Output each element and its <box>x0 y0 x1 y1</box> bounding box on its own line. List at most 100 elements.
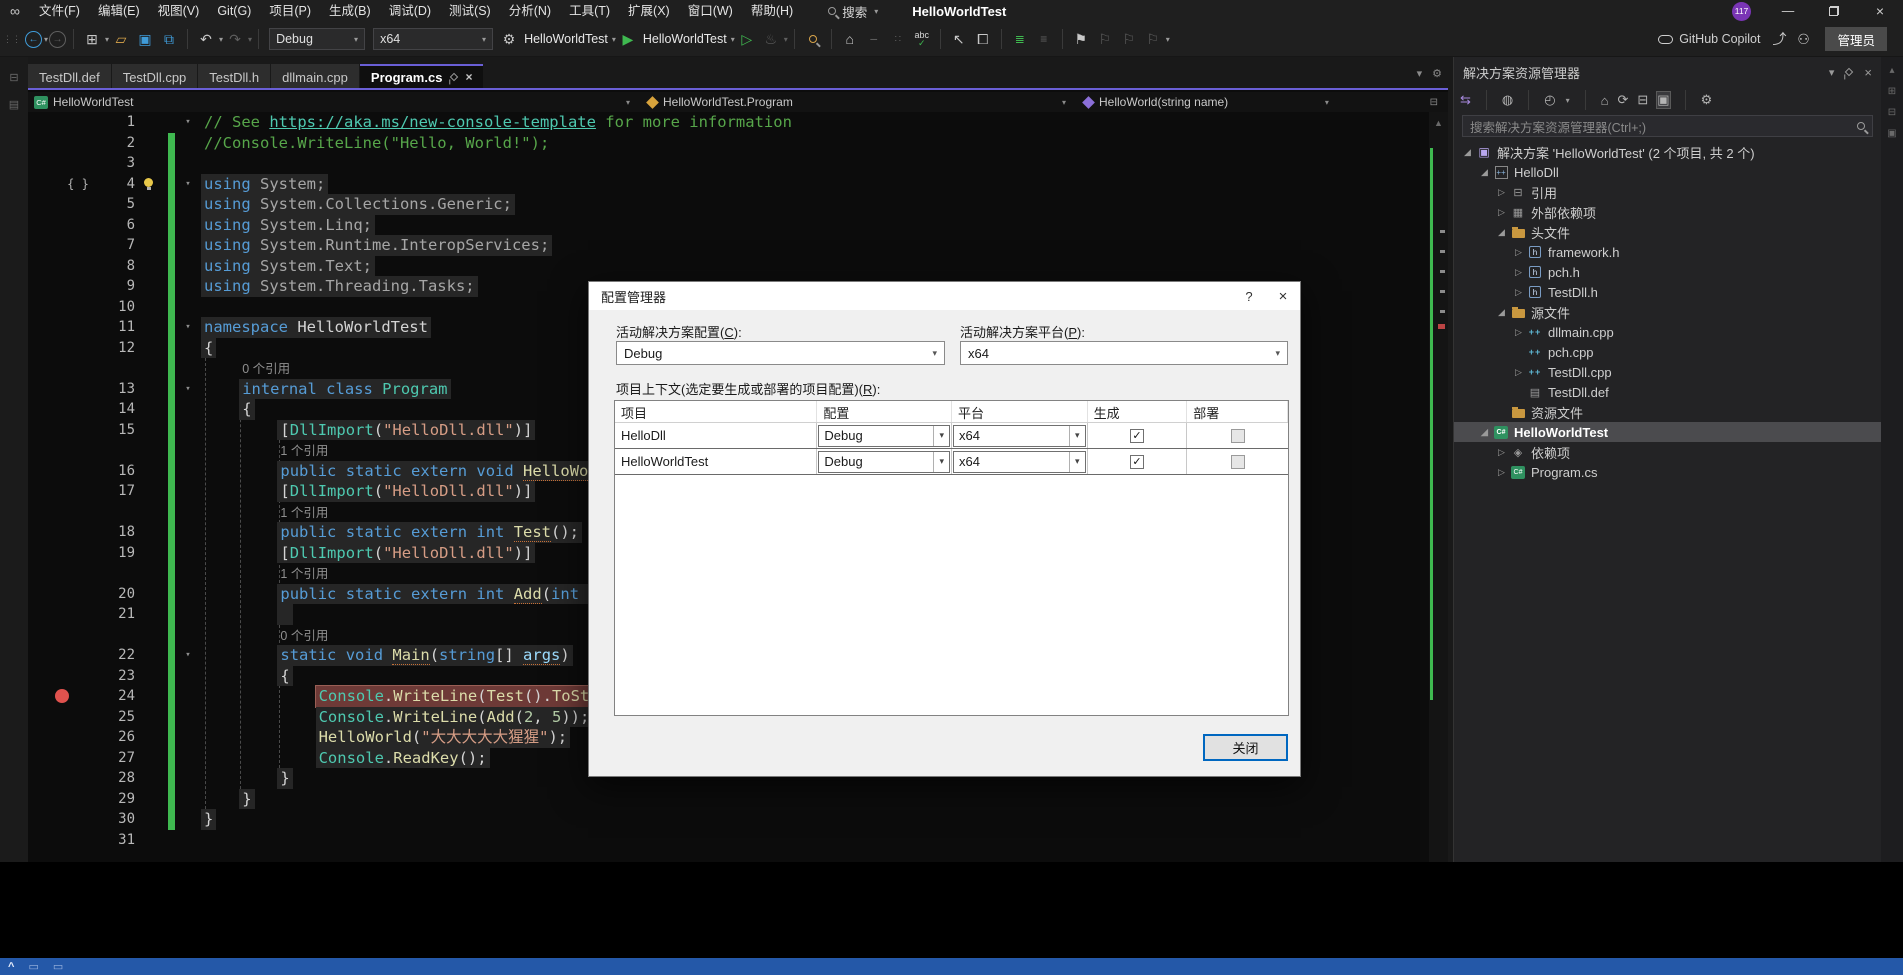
active-config-combobox[interactable]: Debug▾ <box>616 341 945 365</box>
expander-icon[interactable]: ◢ <box>1494 227 1509 238</box>
spellcheck-icon[interactable]: abc✓ <box>911 27 933 51</box>
chevron-down-icon[interactable]: ▾ <box>1566 96 1570 105</box>
breakpoint-margin[interactable] <box>28 276 58 297</box>
back-dropdown-icon[interactable]: ▾ <box>44 35 48 44</box>
breakpoint-margin[interactable] <box>28 625 58 646</box>
save-all-icon[interactable]: ⧉ <box>158 27 180 51</box>
breakpoint-margin[interactable] <box>28 481 58 502</box>
startup-project-label[interactable]: HelloWorldTest <box>524 32 608 46</box>
breakpoint-margin[interactable] <box>28 727 58 748</box>
share-icon[interactable]: ⤴ <box>1768 27 1790 51</box>
window-menu-icon[interactable]: ▾ <box>1829 66 1835 79</box>
fold-chevron[interactable]: ▾ <box>175 174 201 195</box>
close-icon[interactable]: × <box>1864 65 1872 80</box>
close-button[interactable]: × <box>1857 0 1903 22</box>
strip-icon-1[interactable]: ⊞ <box>1888 86 1896 97</box>
undo-dropdown-icon[interactable]: ▾ <box>219 35 223 44</box>
lightbulb-icon[interactable] <box>144 178 153 187</box>
solution-config-combobox[interactable]: Debug ▾ <box>269 28 365 50</box>
breakpoint-margin[interactable] <box>28 543 58 564</box>
feedback-icon[interactable]: ⚇ <box>1792 27 1814 51</box>
breakpoint-margin[interactable] <box>28 440 58 461</box>
home-icon[interactable]: ◍ <box>1502 92 1513 108</box>
breakpoint-margin[interactable] <box>28 707 58 728</box>
tab-options-gear-icon[interactable]: ⚙ <box>1432 67 1442 80</box>
tree-item-testdll.h[interactable]: ▷hTestDll.h <box>1454 282 1881 302</box>
menu-item-s[interactable]: 测试(S) <box>440 0 500 22</box>
tree-item-dllmain.cpp[interactable]: ▷++dllmain.cpp <box>1454 322 1881 342</box>
codelens-references[interactable]: 0 个引用 <box>280 629 328 643</box>
tab-testdll.cpp[interactable]: TestDll.cpp <box>112 64 198 88</box>
prev-bookmark-icon[interactable]: ⚐ <box>1094 27 1116 51</box>
expander-icon[interactable]: ▷ <box>1511 247 1526 258</box>
menu-item-h[interactable]: 帮助(H) <box>742 0 802 22</box>
breakpoint-margin[interactable] <box>28 235 58 256</box>
menu-item-w[interactable]: 窗口(W) <box>679 0 742 22</box>
save-icon[interactable]: ▣ <box>134 27 156 51</box>
tree-item-资源文件[interactable]: 资源文件 <box>1454 402 1881 422</box>
solution-window-icon[interactable]: ⌂ <box>839 27 861 51</box>
menu-item-e[interactable]: 编辑(E) <box>89 0 149 22</box>
start-debugging-icon[interactable]: ▶ <box>617 27 639 51</box>
pointer-mode-icon[interactable]: ↖ <box>948 27 970 51</box>
tab-testdll.h[interactable]: TestDll.h <box>198 64 270 88</box>
fold-chevron[interactable]: ▾ <box>175 112 201 133</box>
tree-item-解决方案helloworldtest2个项目共2个[interactable]: ◢▣解决方案 'HelloWorldTest' (2 个项目, 共 2 个) <box>1454 142 1881 162</box>
breakpoint-margin[interactable] <box>28 522 58 543</box>
code-text[interactable]: using System.Linq; <box>201 215 1448 236</box>
pending-changes-filter-icon[interactable]: ◴ <box>1544 92 1555 108</box>
menu-item-b[interactable]: 生成(B) <box>320 0 380 22</box>
startup-project-dropdown-icon[interactable]: ▾ <box>612 35 616 44</box>
close-dialog-button[interactable]: 关闭 <box>1203 734 1288 761</box>
config-combobox[interactable]: Debug▾ <box>818 425 950 447</box>
find-in-files-icon[interactable] <box>802 27 824 51</box>
pin-icon[interactable] <box>1845 68 1853 76</box>
breakpoint-margin[interactable] <box>28 645 58 666</box>
breakpoint-margin[interactable] <box>28 133 58 154</box>
undo-icon[interactable]: ↶ <box>195 27 217 51</box>
sync-with-active-document-icon[interactable]: ⇆ <box>1460 92 1471 108</box>
expander-icon[interactable]: ▷ <box>1511 267 1526 278</box>
breakpoint-margin[interactable] <box>28 768 58 789</box>
tree-item-头文件[interactable]: ◢头文件 <box>1454 222 1881 242</box>
dialog-close-button[interactable]: × <box>1266 282 1300 310</box>
minimize-button[interactable]: — <box>1765 0 1811 22</box>
status-window-icon-1[interactable]: ▭ <box>28 960 38 973</box>
tree-item-pch.cpp[interactable]: ++pch.cpp <box>1454 342 1881 362</box>
breakpoint-margin[interactable] <box>28 215 58 236</box>
expander-icon[interactable]: ◢ <box>1460 147 1475 158</box>
breakpoint-margin[interactable] <box>28 358 58 379</box>
code-text[interactable]: //Console.WriteLine("Hello, World!"); <box>201 133 1448 154</box>
server-explorer-tab-icon[interactable]: ▤ <box>9 98 19 111</box>
tree-item-testdll.cpp[interactable]: ▷++TestDll.cpp <box>1454 362 1881 382</box>
breakpoint-margin[interactable] <box>28 420 58 441</box>
uncomment-lines-icon[interactable]: ≡ <box>1033 27 1055 51</box>
code-text[interactable]: using System; <box>201 174 1448 195</box>
copilot-label[interactable]: GitHub Copilot <box>1679 32 1760 46</box>
breakpoint-margin[interactable] <box>28 153 58 174</box>
toggle-bookmark-icon[interactable]: ⚑ <box>1070 27 1092 51</box>
breakpoint-margin[interactable] <box>28 379 58 400</box>
breakpoint-margin[interactable] <box>28 338 58 359</box>
toolbar-overflow-icon[interactable]: ▾ <box>1166 35 1170 44</box>
nav-member-dropdown[interactable]: HelloWorld(string name) ▾ ⊟ <box>1076 92 1448 112</box>
expander-icon[interactable]: ◢ <box>1477 427 1492 438</box>
breakpoint-margin[interactable] <box>28 174 58 195</box>
run-project-label[interactable]: HelloWorldTest <box>643 32 727 46</box>
expander-icon[interactable]: ▷ <box>1511 327 1526 338</box>
expander-icon[interactable]: ◢ <box>1477 167 1492 178</box>
breakpoint-margin[interactable] <box>28 502 58 523</box>
tree-item-源文件[interactable]: ◢源文件 <box>1454 302 1881 322</box>
scroll-up-icon[interactable]: ▴ <box>1889 65 1894 76</box>
fold-chevron[interactable]: ▾ <box>175 317 201 338</box>
interactive-window-icon[interactable]: ⧠ <box>972 27 994 51</box>
menu-item-t[interactable]: 工具(T) <box>560 0 619 22</box>
new-file-icon[interactable]: ⊞ <box>81 27 103 51</box>
breakpoint-margin[interactable] <box>28 256 58 277</box>
admin-badge[interactable]: 管理员 <box>1825 27 1887 51</box>
hot-reload-icon[interactable]: ♨ <box>760 27 782 51</box>
breakpoint-margin[interactable] <box>28 112 58 133</box>
pin-icon[interactable] <box>450 73 458 81</box>
next-bookmark-icon[interactable]: ⚐ <box>1118 27 1140 51</box>
redo-icon[interactable]: ↷ <box>224 27 246 51</box>
